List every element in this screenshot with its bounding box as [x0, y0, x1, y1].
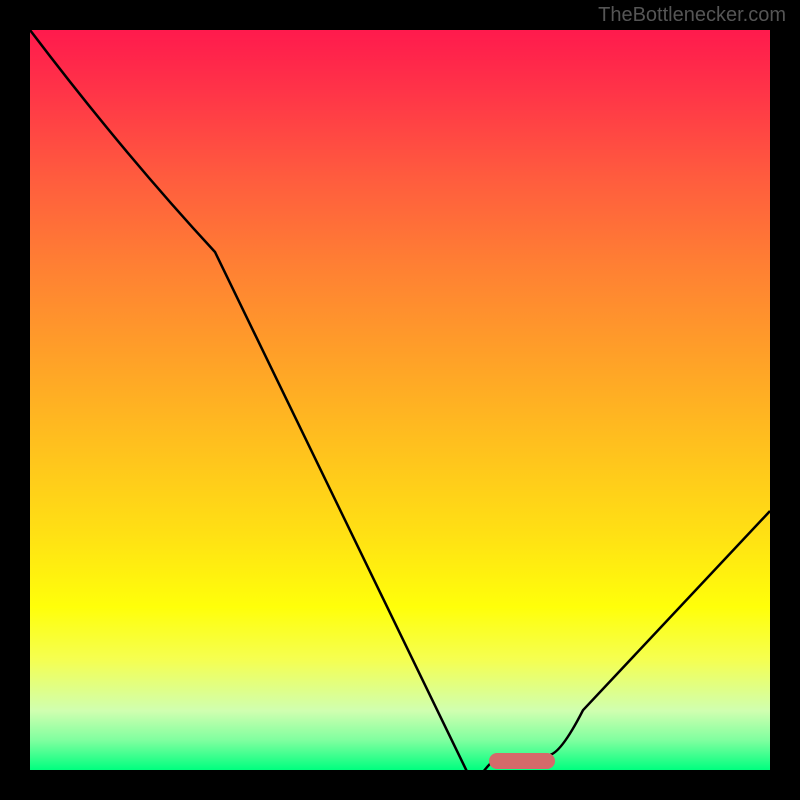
optimum-marker	[489, 753, 556, 769]
chart-plot-area	[30, 30, 770, 770]
bottleneck-curve	[30, 30, 770, 770]
watermark-text: TheBottlenecker.com	[598, 4, 786, 27]
